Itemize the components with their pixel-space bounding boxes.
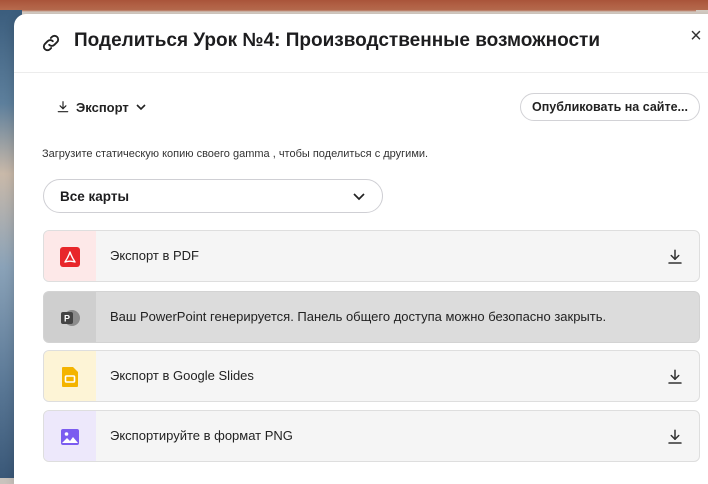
option-label: Экспорт в PDF (110, 248, 199, 263)
link-icon (42, 34, 60, 52)
export-pdf-option[interactable]: Экспорт в PDF (43, 230, 700, 282)
chevron-down-icon (353, 193, 365, 201)
export-powerpoint-option: P Ваш PowerPoint генерируется. Панель об… (43, 291, 700, 343)
download-icon[interactable] (666, 428, 684, 446)
dialog-title: Поделиться Урок №4: Производственные воз… (74, 30, 601, 51)
export-description: Загрузите статическую копию своего gamma… (42, 148, 429, 160)
option-label: Экспортируйте в формат PNG (110, 428, 293, 443)
powerpoint-icon: P (61, 310, 80, 326)
export-dropdown[interactable]: Экспорт (56, 96, 147, 118)
download-icon (57, 101, 69, 113)
export-png-option[interactable]: Экспортируйте в формат PNG (43, 410, 700, 462)
google-slides-icon (62, 367, 78, 387)
chevron-down-icon (136, 104, 146, 111)
cards-select-value: Все карты (60, 189, 129, 204)
pdf-icon (60, 247, 80, 267)
option-label: Экспорт в Google Slides (110, 368, 254, 383)
publish-on-site-button[interactable]: Опубликовать на сайте... (520, 93, 700, 121)
download-icon[interactable] (666, 248, 684, 266)
export-dropdown-label: Экспорт (76, 99, 129, 115)
share-dialog: Поделиться Урок №4: Производственные воз… (14, 14, 708, 484)
dialog-header: Поделиться Урок №4: Производственные воз… (14, 14, 708, 73)
svg-text:P: P (64, 314, 70, 324)
download-icon[interactable] (666, 368, 684, 386)
option-label: Ваш PowerPoint генерируется. Панель обще… (110, 309, 607, 324)
image-icon (61, 429, 79, 445)
export-google-slides-option[interactable]: Экспорт в Google Slides (43, 350, 700, 402)
close-icon[interactable]: × (686, 26, 706, 46)
cards-select[interactable]: Все карты (43, 179, 383, 213)
